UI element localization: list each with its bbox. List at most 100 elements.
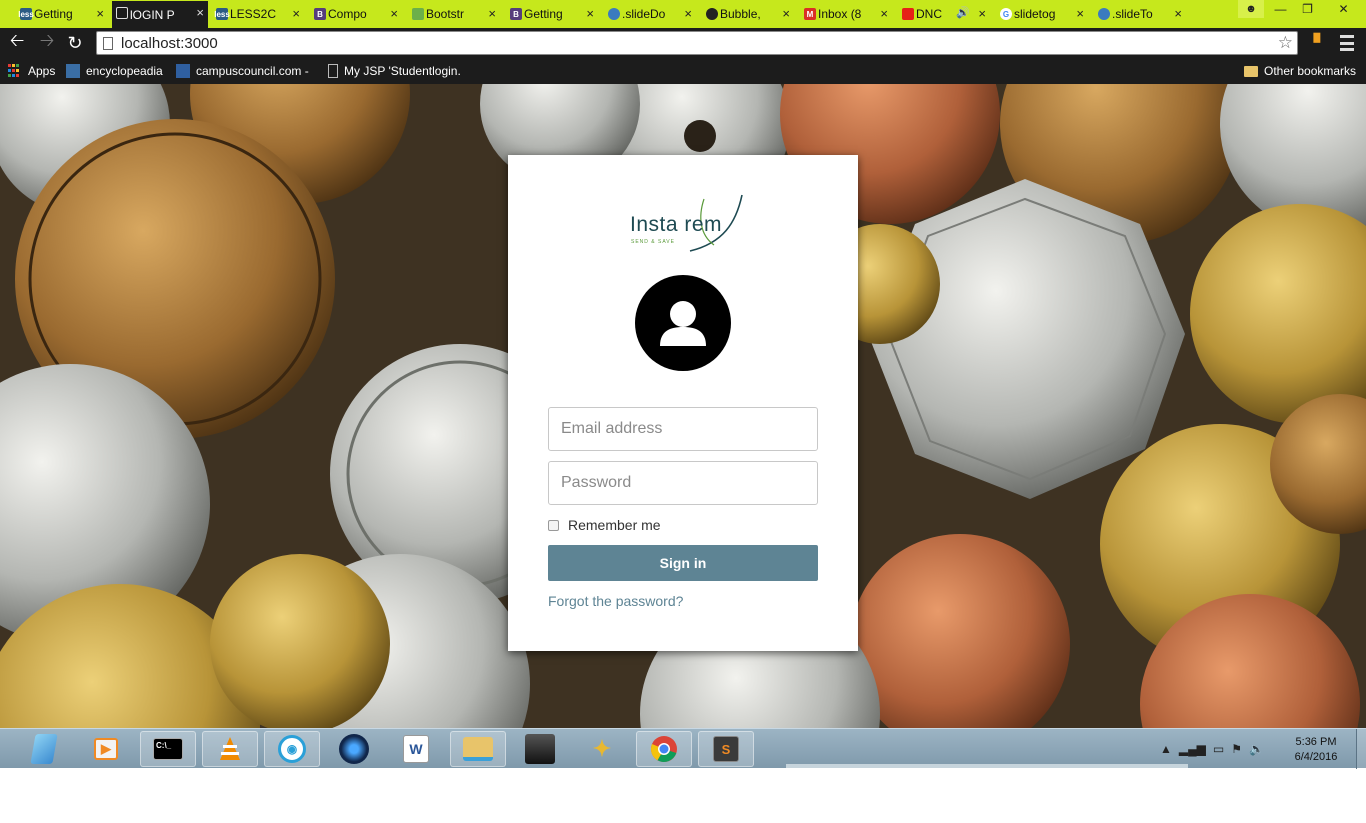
browser-tab[interactable]: Bootstr × bbox=[408, 2, 500, 26]
browser-toolbar: 🡠 🡢 ↻ localhost:3000 ☆ ▘ bbox=[0, 28, 1366, 58]
browser-tab-active[interactable]: lOGIN P × bbox=[112, 1, 208, 28]
bookmark-studentlogin[interactable]: My JSP 'Studentlogin. bbox=[328, 62, 461, 80]
show-hidden-icons-icon[interactable]: ▲ bbox=[1160, 742, 1172, 756]
page-viewport: Insta rem SEND & SAVE Remember me Sign i… bbox=[0, 84, 1366, 728]
show-desktop-button[interactable] bbox=[1356, 729, 1366, 769]
close-tab-icon[interactable]: × bbox=[586, 6, 594, 21]
extension-icon[interactable]: ▘ bbox=[1309, 32, 1331, 54]
folder-icon bbox=[1244, 65, 1258, 77]
reload-icon[interactable]: ↻ bbox=[64, 33, 86, 53]
page-icon bbox=[103, 37, 113, 50]
gmail-icon: M bbox=[804, 8, 816, 20]
remember-me[interactable]: Remember me bbox=[548, 517, 661, 533]
bookmark-favicon-icon bbox=[176, 64, 190, 78]
bookmarks-bar: Apps encyclopeadia campuscouncil.com - M… bbox=[0, 58, 1366, 84]
instarem-logo: Insta rem SEND & SAVE bbox=[628, 193, 746, 255]
address-url[interactable]: localhost:3000 bbox=[121, 35, 218, 52]
remember-me-label: Remember me bbox=[568, 517, 661, 533]
page-icon bbox=[116, 7, 128, 19]
system-tray: ▲ ▂▄▆ ▭ ⚑ 🔈 bbox=[1160, 729, 1271, 769]
bootstrap-icon: B bbox=[314, 8, 326, 20]
tab-strip: less Getting × lOGIN P × less LESS2C × B… bbox=[0, 0, 1366, 28]
apps-icon bbox=[8, 64, 22, 78]
close-tab-icon[interactable]: × bbox=[880, 6, 888, 21]
close-tab-icon[interactable]: × bbox=[292, 6, 300, 21]
page-icon bbox=[328, 64, 338, 78]
taskbar-cmd-icon[interactable]: C:\_ bbox=[140, 731, 196, 767]
browser-tab[interactable]: DNC 🔊 × bbox=[898, 2, 990, 26]
extension-icon bbox=[412, 8, 424, 20]
star-icon[interactable]: ☆ bbox=[1278, 33, 1293, 53]
google-icon: G bbox=[1000, 8, 1012, 20]
browser-tab[interactable]: Bubble, × bbox=[702, 2, 794, 26]
browser-tab[interactable]: B Compo × bbox=[310, 2, 402, 26]
bookmark-encyclopeadia[interactable]: encyclopeadia bbox=[66, 62, 163, 80]
battery-icon[interactable]: ▭ bbox=[1213, 742, 1224, 756]
volume-icon[interactable]: 🔈 bbox=[1249, 742, 1264, 756]
profile-icon[interactable]: ☻ bbox=[1238, 0, 1264, 18]
other-bookmarks[interactable]: Other bookmarks bbox=[1244, 62, 1356, 80]
tab-label: slidetog bbox=[1014, 7, 1056, 21]
speaker-icon: 🔊 bbox=[956, 7, 970, 19]
browser-tab[interactable]: M Inbox (8 × bbox=[800, 2, 892, 26]
close-tab-icon[interactable]: × bbox=[96, 6, 104, 21]
logo-tagline: SEND & SAVE bbox=[631, 239, 675, 245]
tab-label: Bubble, bbox=[720, 7, 761, 21]
network-signal-icon[interactable]: ▂▄▆ bbox=[1179, 742, 1206, 756]
close-tab-icon[interactable]: × bbox=[196, 5, 204, 20]
close-tab-icon[interactable]: × bbox=[782, 6, 790, 21]
taskbar-word-icon[interactable]: W bbox=[388, 731, 444, 767]
forgot-password-link[interactable]: Forgot the password? bbox=[548, 593, 683, 609]
windows-taskbar: ▶ C:\_ ◉ W ✦ S ▲ ▂▄▆ ▭ ⚑ 🔈 5:36 PM 6/4/2… bbox=[0, 728, 1366, 769]
taskbar-chrome-icon[interactable] bbox=[636, 731, 692, 767]
browser-tab[interactable]: B Getting × bbox=[506, 2, 598, 26]
close-tab-icon[interactable]: × bbox=[684, 6, 692, 21]
minimize-icon[interactable]: — bbox=[1267, 0, 1294, 18]
bookmark-campuscouncil[interactable]: campuscouncil.com - bbox=[176, 62, 309, 80]
action-center-flag-icon[interactable]: ⚑ bbox=[1231, 742, 1242, 756]
taskbar-explorer-icon[interactable] bbox=[450, 731, 506, 767]
taskbar-tools-icon[interactable]: ✦ bbox=[574, 731, 630, 767]
password-field[interactable] bbox=[548, 461, 818, 505]
horizontal-scrollbar[interactable] bbox=[786, 764, 1188, 768]
close-window-icon[interactable]: ✕ bbox=[1321, 0, 1366, 18]
less-icon: less bbox=[18, 8, 34, 20]
user-avatar-icon bbox=[635, 275, 731, 371]
remember-me-checkbox[interactable] bbox=[548, 519, 559, 531]
clock-time: 5:36 PM bbox=[1295, 736, 1337, 748]
taskbar-clock[interactable]: 5:36 PM 6/4/2016 bbox=[1288, 735, 1344, 765]
close-tab-icon[interactable]: × bbox=[978, 6, 986, 21]
close-tab-icon[interactable]: × bbox=[488, 6, 496, 21]
close-tab-icon[interactable]: × bbox=[1174, 6, 1182, 21]
taskbar-camera-icon[interactable] bbox=[326, 731, 382, 767]
globe-icon bbox=[1098, 8, 1110, 20]
back-arrow-icon[interactable]: 🡠 bbox=[6, 30, 28, 53]
forward-arrow-icon[interactable]: 🡢 bbox=[36, 30, 58, 53]
taskbar-media-player-icon[interactable]: ▶ bbox=[78, 731, 134, 767]
restore-icon[interactable]: ❐ bbox=[1294, 0, 1321, 18]
taskbar-vlc-icon[interactable] bbox=[202, 731, 258, 767]
browser-tab[interactable]: less LESS2C × bbox=[212, 2, 304, 26]
taskbar-notepad-icon[interactable] bbox=[16, 731, 72, 767]
menu-icon[interactable] bbox=[1340, 35, 1354, 51]
login-card: Insta rem SEND & SAVE Remember me Sign i… bbox=[508, 155, 858, 651]
close-tab-icon[interactable]: × bbox=[390, 6, 398, 21]
close-tab-icon[interactable]: × bbox=[1076, 6, 1084, 21]
tab-label: Getting bbox=[524, 7, 563, 21]
sign-in-button[interactable]: Sign in bbox=[548, 545, 818, 581]
taskbar-hotspot-icon[interactable]: ◉ bbox=[264, 731, 320, 767]
bookmark-apps[interactable]: Apps bbox=[8, 62, 55, 80]
browser-tab[interactable]: G slidetog × bbox=[996, 2, 1088, 26]
globe-icon bbox=[608, 8, 620, 20]
tab-label: Bootstr bbox=[426, 7, 465, 21]
email-field[interactable] bbox=[548, 407, 818, 451]
taskbar-sublime-icon[interactable]: S bbox=[698, 731, 754, 767]
tab-label: Getting bbox=[34, 7, 73, 21]
taskbar-game-icon[interactable] bbox=[512, 731, 568, 767]
browser-tab[interactable]: less Getting × bbox=[16, 2, 108, 26]
browser-tab[interactable]: .slideTo × bbox=[1094, 2, 1186, 26]
address-bar[interactable]: localhost:3000 ☆ bbox=[96, 31, 1298, 55]
tab-label: .slideTo bbox=[1112, 7, 1153, 21]
bootstrap-icon: B bbox=[510, 8, 522, 20]
browser-tab[interactable]: .slideDo × bbox=[604, 2, 696, 26]
